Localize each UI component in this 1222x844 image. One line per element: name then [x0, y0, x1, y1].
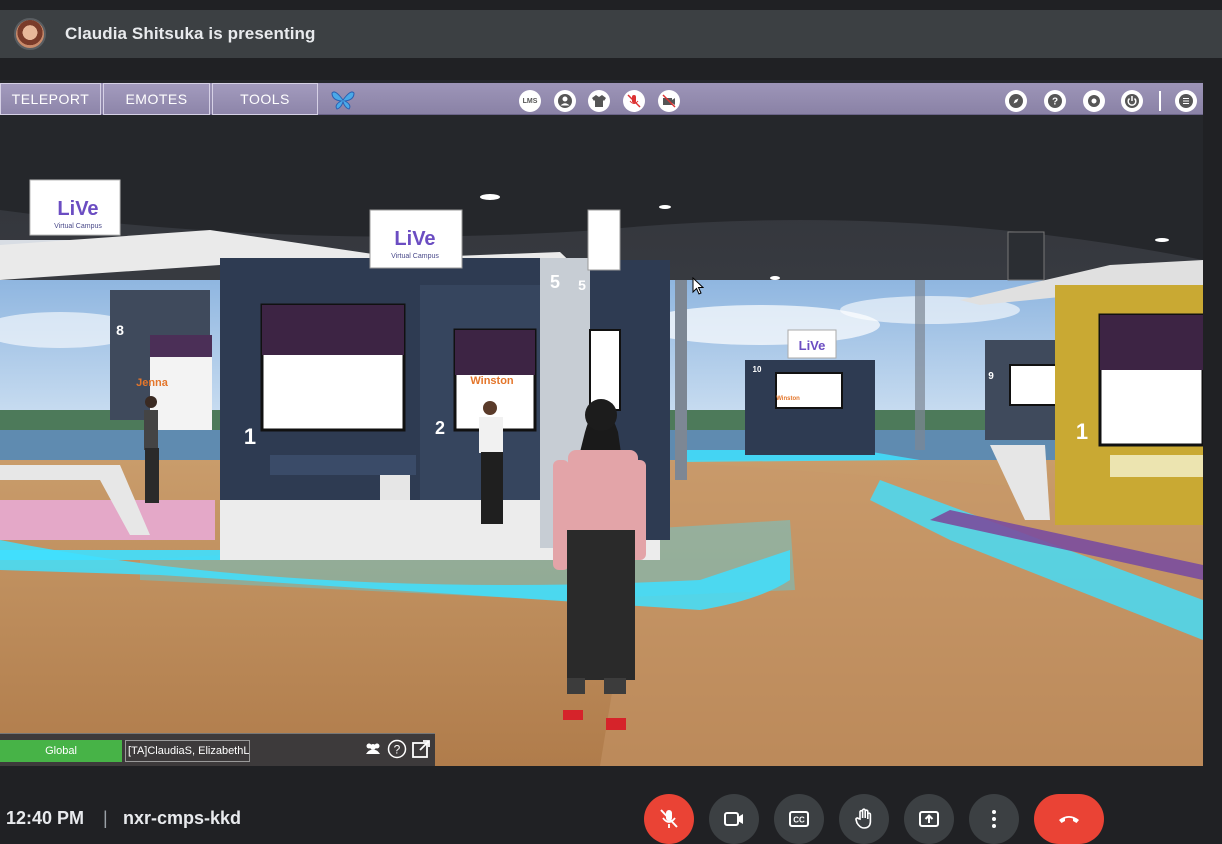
- emotes-button[interactable]: EMOTES: [103, 83, 210, 115]
- sign-subtitle-center: Virtual Campus: [391, 253, 439, 260]
- hang-up-phone-icon: [1059, 816, 1079, 823]
- present-screen-icon: [919, 811, 939, 827]
- svg-text:?: ?: [394, 743, 401, 757]
- settings-icon[interactable]: [1083, 90, 1105, 112]
- booth-number-2: 2: [435, 418, 445, 438]
- chat-users-field[interactable]: [TA]ClaudiaS, ElizabethL: [125, 740, 250, 762]
- more-options-button[interactable]: [969, 794, 1019, 844]
- teleport-button[interactable]: TELEPORT: [0, 83, 101, 115]
- booth-number-8: 8: [116, 322, 124, 338]
- meeting-code[interactable]: nxr-cmps-kkd: [123, 808, 241, 829]
- booth-number-1-right: 1: [1076, 419, 1088, 444]
- help-icon[interactable]: ?: [1044, 90, 1066, 112]
- camera-toggle-button[interactable]: [709, 794, 759, 844]
- microphone-off-icon: [660, 809, 678, 828]
- butterfly-logo-icon[interactable]: [331, 89, 355, 111]
- lms-icon[interactable]: LMS: [519, 90, 541, 112]
- profile-icon[interactable]: [554, 90, 576, 112]
- power-icon[interactable]: [1121, 90, 1143, 112]
- sign-live-far: LiVe: [799, 338, 826, 353]
- toolbar-divider: [1159, 91, 1161, 111]
- compass-icon[interactable]: [1005, 90, 1027, 112]
- tools-button[interactable]: TOOLS: [212, 83, 318, 115]
- name-tag-winston-far: Winston: [776, 396, 800, 402]
- booth-number-9: 9: [988, 371, 994, 382]
- meeting-clock: 12:40 PM: [6, 808, 85, 828]
- sign-live-left: LiVe: [57, 198, 98, 220]
- closed-captions-icon: CC: [789, 811, 809, 827]
- name-tag-winston: Winston: [470, 375, 514, 387]
- video-camera-icon: [724, 812, 743, 826]
- leave-call-button[interactable]: [1034, 794, 1104, 844]
- chat-tools: ?: [363, 739, 431, 759]
- game-toolbar: TELEPORT EMOTES TOOLS LMS ?: [0, 83, 1203, 115]
- avatar-winston: [479, 401, 503, 524]
- name-tag-jenna: Jenna: [136, 377, 169, 389]
- captions-button[interactable]: CC: [774, 794, 824, 844]
- svg-text:?: ?: [1052, 97, 1058, 108]
- microphone-muted-icon[interactable]: [623, 90, 645, 112]
- virtual-campus-scene[interactable]: LiVe LiVe LiVe Virtual Campus Virtual Ca…: [0, 80, 1203, 766]
- sign-subtitle-left: Virtual Campus: [54, 223, 102, 230]
- outfit-icon[interactable]: [588, 90, 610, 112]
- booth-number-1-left: 1: [244, 424, 256, 449]
- presenting-banner: Claudia Shitsuka is presenting: [0, 10, 1222, 58]
- raise-hand-button[interactable]: [839, 794, 889, 844]
- cursor-icon: [692, 277, 704, 295]
- mic-toggle-button[interactable]: [644, 794, 694, 844]
- presenter-label: Claudia Shitsuka is presenting: [65, 24, 316, 43]
- present-now-button[interactable]: [904, 794, 954, 844]
- presenter-avatar: [14, 18, 46, 50]
- people-icon[interactable]: [363, 739, 383, 759]
- open-external-icon[interactable]: [411, 739, 431, 759]
- avatar-jenna: [144, 396, 159, 503]
- camera-off-icon[interactable]: [658, 90, 680, 112]
- booth-number-10: 10: [753, 365, 762, 374]
- booth-number-5a: 5: [550, 272, 560, 292]
- booth-number-5b: 5: [578, 277, 586, 293]
- bottom-separator: |: [103, 808, 108, 828]
- shared-screen[interactable]: LiVe LiVe LiVe Virtual Campus Virtual Ca…: [0, 80, 1203, 766]
- game-chat-bar: Global [TA]ClaudiaS, ElizabethL ?: [0, 733, 435, 766]
- chat-help-icon[interactable]: ?: [387, 739, 407, 759]
- chat-channel-global[interactable]: Global: [0, 740, 122, 762]
- hand-icon: [855, 808, 872, 829]
- menu-icon[interactable]: [1175, 90, 1197, 112]
- svg-text:CC: CC: [793, 816, 805, 825]
- sign-live-center: LiVe: [394, 228, 435, 250]
- more-vertical-icon: [992, 810, 996, 828]
- meet-bottom-bar: 12:40 PM | nxr-cmps-kkd CC: [0, 790, 1222, 844]
- lms-icon-label: LMS: [522, 97, 538, 105]
